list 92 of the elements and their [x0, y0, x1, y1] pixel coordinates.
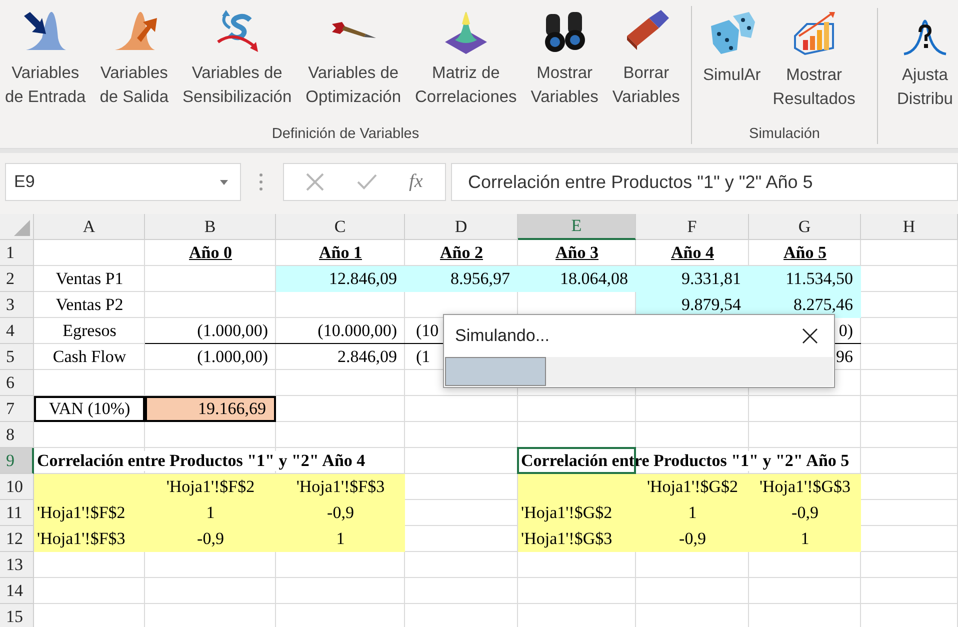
- dialog-title: Simulando...: [455, 326, 550, 346]
- cell-text: 8.275,46: [794, 294, 853, 314]
- column-header[interactable]: D: [405, 214, 518, 240]
- cancel-icon[interactable]: [306, 173, 324, 191]
- row-header[interactable]: 13: [0, 552, 34, 578]
- row-header[interactable]: 3: [0, 292, 34, 318]
- row-header[interactable]: 9: [0, 448, 34, 474]
- ribbon-button[interactable]: Variables de Sensibilización: [182, 6, 293, 126]
- cell-text: Año 5: [784, 242, 826, 262]
- cell-text: 'Hoja1'!$G$2: [646, 476, 738, 496]
- cell-text: 8.956,97: [450, 268, 510, 288]
- cell-text: Ventas P1: [56, 268, 124, 288]
- cell-text: 'Hoja1'!$F$2: [166, 476, 255, 496]
- cell-text: 0): [838, 320, 853, 340]
- row-header[interactable]: 6: [0, 370, 34, 396]
- column-header[interactable]: A: [34, 214, 145, 240]
- cell-text: 11.534,50: [786, 268, 853, 288]
- cell-text: (1.000,00): [197, 320, 268, 340]
- cell-text: 9.879,54: [682, 294, 741, 314]
- row-header[interactable]: 12: [0, 526, 34, 552]
- cell-text: 19.166,69: [198, 399, 266, 419]
- cell-text: 'Hoja1'!$F$3: [37, 528, 126, 548]
- dice-icon: [708, 10, 755, 56]
- name-box[interactable]: E9: [5, 163, 241, 201]
- column-header[interactable]: C: [276, 214, 405, 240]
- ribbon-button[interactable]: Variables de Optimización: [304, 6, 402, 126]
- column-header[interactable]: H: [861, 214, 958, 240]
- cell-text: Año 3: [556, 242, 598, 262]
- column-header[interactable]: G: [749, 214, 861, 240]
- column-header[interactable]: F: [636, 214, 749, 240]
- cell-text: -0,9: [679, 528, 706, 548]
- cell-text: -0,9: [792, 502, 818, 522]
- ribbon-button[interactable]: Matriz de Correlaciones: [414, 6, 518, 126]
- cell-text: (1.000,00): [197, 346, 268, 366]
- cell-text: 2.846,09: [338, 346, 397, 366]
- cell-text: -0,9: [197, 528, 224, 548]
- cell-text: 'Hoja1'!$G$3: [759, 476, 851, 496]
- ribbon-button[interactable]: Borrar Variables: [611, 6, 681, 126]
- formula-field[interactable]: Correlación entre Productos "1" y "2" Año 5: [451, 163, 958, 201]
- bar-chart-icon: [791, 10, 838, 56]
- caret-icon: [220, 180, 228, 184]
- cell-text: 1: [336, 528, 345, 548]
- ribbon-button[interactable]: Variables de Salida: [98, 6, 170, 126]
- row-header[interactable]: 14: [0, 578, 34, 604]
- column-header[interactable]: E: [518, 214, 636, 240]
- row-header[interactable]: 8: [0, 422, 34, 448]
- cell-text: (1: [416, 346, 430, 366]
- cell-text: 12.846,09: [329, 268, 397, 288]
- row-header[interactable]: 4: [0, 318, 34, 344]
- cell-text: Año 0: [189, 242, 232, 262]
- group-label: Simulación: [748, 126, 821, 144]
- cell-text: Año 4: [671, 242, 714, 262]
- ribbon-button[interactable]: Mostrar Resultados: [772, 8, 856, 126]
- cell-text: (10.000,00): [318, 320, 397, 340]
- cell-text: Cash Flow: [52, 346, 126, 366]
- ribbon-button[interactable]: Ajusta Distribu: [896, 8, 954, 144]
- table-title: Correlación entre Productos "1" y "2" Año 4: [37, 450, 366, 470]
- row-header[interactable]: 5: [0, 344, 34, 370]
- row-header[interactable]: 7: [0, 396, 34, 422]
- cell-text: 1: [800, 528, 810, 548]
- cell-text: 'Hoja1'!$F$3: [296, 476, 385, 496]
- cell-text: 96: [836, 346, 853, 366]
- grip-icon[interactable]: [259, 173, 263, 191]
- cell-text: -0,9: [327, 502, 354, 522]
- cell-text: 'Hoja1'!$G$3: [521, 528, 612, 548]
- cell-text: Egresos: [62, 320, 116, 340]
- column-header[interactable]: B: [145, 214, 276, 240]
- cell-text: 'Hoja1'!$G$2: [521, 502, 612, 522]
- row-header[interactable]: 10: [0, 474, 34, 500]
- cell-text: 9.331,81: [682, 268, 741, 288]
- row-header[interactable]: 1: [0, 240, 34, 266]
- cell-text: Año 1: [319, 242, 362, 262]
- row-header[interactable]: 11: [0, 500, 34, 526]
- close-icon[interactable]: [802, 328, 818, 344]
- cell-text: 1: [206, 502, 215, 522]
- row-header[interactable]: 2: [0, 266, 34, 292]
- row-header[interactable]: 15: [0, 604, 34, 627]
- cell-text: Ventas P2: [56, 294, 124, 314]
- cell-text: 1: [688, 502, 697, 522]
- cell-text: 'Hoja1'!$F$2: [37, 502, 126, 522]
- ribbon-button[interactable]: Mostrar Variables: [530, 6, 600, 126]
- insert-function-button[interactable]: fx: [409, 171, 423, 193]
- check-icon[interactable]: [356, 174, 377, 190]
- s-arrows-icon: [214, 8, 260, 54]
- cell-text: 18.064,08: [560, 268, 628, 288]
- cell-text: (10: [416, 320, 439, 340]
- ribbon-button[interactable]: Variables de Entrada: [4, 6, 87, 126]
- cell-text: Año 2: [440, 242, 483, 262]
- ribbon-button[interactable]: SimulAr: [702, 8, 762, 126]
- select-all-icon[interactable]: [14, 220, 30, 236]
- group-label: Definición de Variables: [270, 126, 420, 144]
- cell-text: VAN (10%): [48, 399, 130, 419]
